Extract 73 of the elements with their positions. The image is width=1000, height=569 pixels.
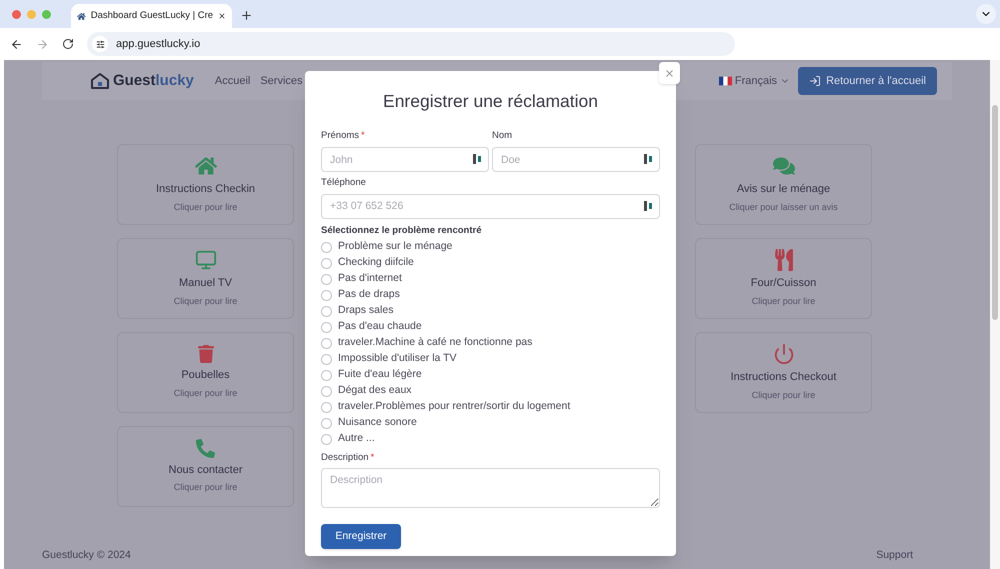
radio-option[interactable]: traveler.Machine à café ne fonctionne pas [321,335,660,351]
radio-option[interactable]: Autre ... [321,431,660,447]
card-title: Poubelles [181,368,230,383]
field-label: Description * [321,451,376,465]
radio-option[interactable]: Fuite d'eau légère [321,367,660,383]
card-subtitle: Cliquer pour lire [752,388,816,402]
radio-option[interactable]: Pas de draps [321,287,660,303]
card-subtitle: Cliquer pour lire [174,200,238,214]
card-title: Avis sur le ménage [736,182,830,197]
tab-title: Dashboard GuestLucky | Cre [90,8,214,23]
info-card[interactable]: Instructions Checkout Cliquer pour lire [695,332,872,413]
card-title: Instructions Checkin [156,182,256,197]
info-card[interactable]: Four/Cuisson Cliquer pour lire [695,238,872,319]
autofill-icon[interactable] [644,154,652,164]
input-field[interactable]: Doe [492,147,660,172]
required-mark: * [370,452,374,463]
info-card[interactable]: Nous contacter Cliquer pour lire [117,426,294,507]
question-label: Sélectionnez le problème rencontré [321,224,482,238]
support-link[interactable]: Support [876,548,913,564]
radio-option[interactable]: Checking diifcile [321,255,660,271]
home-button[interactable]: Retourner à l'accueil [798,67,937,95]
language-select[interactable]: Français [718,72,790,90]
back-icon[interactable] [10,38,23,50]
info-card[interactable]: Avis sur le ménage Cliquer pour laisser un avis [695,144,872,225]
description-field[interactable]: Description [321,468,660,508]
info-card[interactable]: Poubelles Cliquer pour lire [117,332,294,413]
required-mark: * [361,130,365,142]
radio-option[interactable]: Problème sur le ménage [321,239,660,255]
exit-icon [809,75,822,87]
autofill-icon[interactable] [473,154,481,164]
card-subtitle: Cliquer pour lire [174,386,238,400]
address-bar[interactable]: app.guestlucky.io [87,32,735,56]
card-subtitle: Cliquer pour laisser un avis [729,200,838,214]
radio-option[interactable]: traveler.Problèmes pour rentrer/sortir du logement [321,399,660,415]
info-card[interactable]: Instructions Checkin Cliquer pour lire [117,144,294,225]
submit-button[interactable]: Enregistrer [321,524,401,550]
input-field[interactable]: John [321,147,489,172]
close-icon[interactable] [218,11,226,21]
house-logo-icon [90,72,110,90]
nav-link[interactable]: Services [260,72,303,90]
house-icon [77,10,86,22]
scrollbar-thumb[interactable] [992,105,998,320]
browser-tab[interactable]: Dashboard GuestLucky | Cre [71,4,232,28]
card-subtitle: Cliquer pour lire [752,294,816,308]
radio-option[interactable]: Dégat des eaux [321,383,660,399]
radio-option[interactable]: Draps sales [321,303,660,319]
card-subtitle: Cliquer pour lire [174,481,238,494]
card-subtitle: Cliquer pour lire [174,294,238,308]
info-card[interactable]: Manuel TV Cliquer pour lire [117,238,294,319]
field-label: Téléphone [321,176,367,190]
autofill-icon[interactable] [644,201,652,211]
phone-field[interactable]: +33 07 652 526 [321,194,660,219]
new-tab-icon[interactable] [240,9,253,22]
nav-link[interactable]: Accueil [214,72,250,90]
dialog-title: Enregistrer une réclamation [382,90,599,113]
card-title: Instructions Checkout [730,370,836,385]
radio-option[interactable]: Pas d'internet [321,271,660,287]
radio-option[interactable]: Impossible d'utiliser la TV [321,351,660,367]
reload-icon[interactable] [62,38,74,50]
radio-option[interactable]: Pas d'eau chaude [321,319,660,335]
flag-icon [718,76,732,86]
card-title: Manuel TV [179,276,232,291]
copyright-text: Guestlucky © 2024 [42,548,131,564]
radio-option[interactable]: Nuisance sonore [321,415,660,431]
field-label: Nom [492,129,514,144]
tab-menu-button[interactable] [976,4,996,24]
field-label: Prénoms * [321,129,366,144]
logo-text: Guestlucky [113,70,194,91]
site-settings-icon[interactable] [96,40,104,48]
url-text: app.guestlucky.io [116,36,200,52]
close-icon [664,68,675,78]
card-title: Nous contacter [168,462,242,478]
card-title: Four/Cuisson [750,276,816,291]
